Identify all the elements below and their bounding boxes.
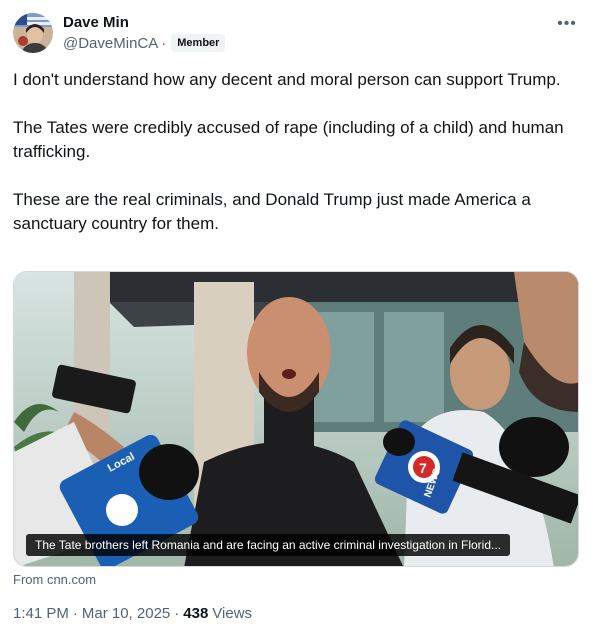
- news-photo: Local 7 NEWS: [14, 272, 578, 566]
- tweet-meta: 1:41 PM · Mar 10, 2025 · 438 Views: [13, 605, 252, 622]
- tweet-date[interactable]: Mar 10, 2025: [82, 605, 170, 622]
- separator-dot: ·: [72, 605, 78, 622]
- member-badge[interactable]: Member: [171, 34, 226, 52]
- separator-dot: ·: [174, 605, 180, 622]
- separator-dot: ·: [161, 34, 167, 52]
- tweet-header: Dave Min @DaveMinCA · Member •••: [13, 13, 580, 55]
- avatar[interactable]: [13, 13, 53, 53]
- svg-text:7: 7: [419, 460, 427, 476]
- tweet-time[interactable]: 1:41 PM: [13, 605, 69, 622]
- author-handle-row: @DaveMinCA · Member: [63, 34, 226, 52]
- author-handle[interactable]: @DaveMinCA: [63, 35, 158, 52]
- link-source[interactable]: From cnn.com: [13, 572, 96, 587]
- tweet-text: I don't understand how any decent and mo…: [13, 70, 564, 233]
- more-options-icon[interactable]: •••: [554, 13, 580, 35]
- views-count[interactable]: 438: [183, 605, 208, 622]
- views-label: Views: [212, 605, 253, 622]
- author-name[interactable]: Dave Min: [63, 14, 129, 31]
- link-card-image[interactable]: Local 7 NEWS The Tate brothers left Roma…: [13, 271, 579, 567]
- media-caption: The Tate brothers left Romania and are f…: [26, 534, 511, 556]
